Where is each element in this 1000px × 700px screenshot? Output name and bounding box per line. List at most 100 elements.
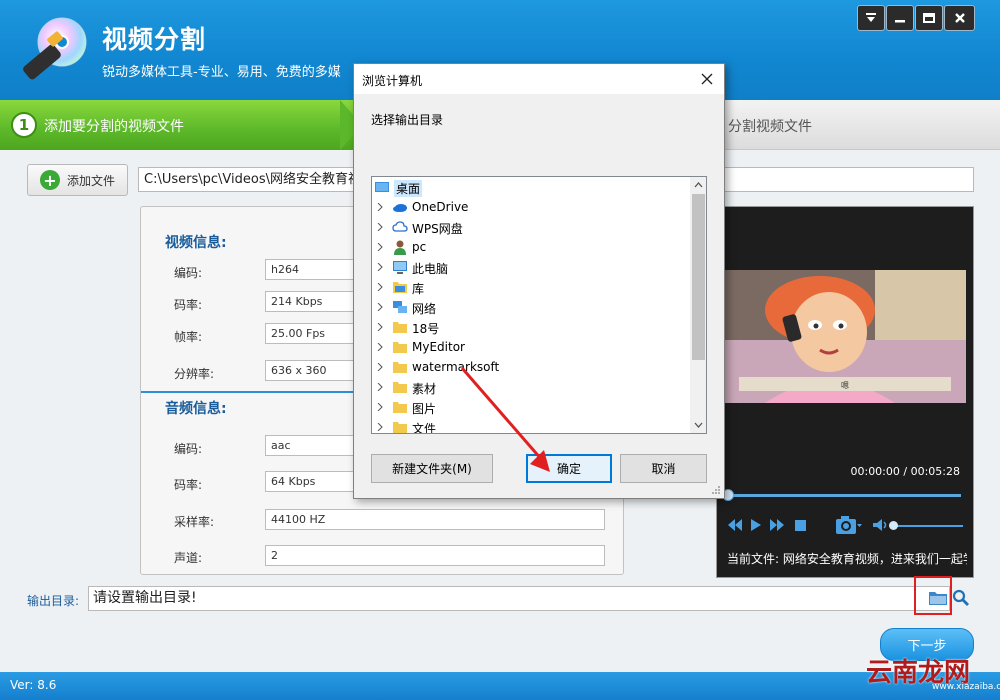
- tree-item-library[interactable]: 库: [372, 277, 690, 297]
- folder-tree[interactable]: 桌面 OneDrive WPS网盘 pc 此电脑 库 网络 18号 MyEdit…: [371, 176, 707, 434]
- tree-item-this-pc[interactable]: 此电脑: [372, 257, 690, 277]
- chevron-right-icon: [377, 403, 383, 411]
- tree-item-folder[interactable]: 素材: [372, 377, 690, 397]
- tree-label: 此电脑: [412, 262, 449, 276]
- tree-item-onedrive[interactable]: OneDrive: [372, 197, 690, 217]
- tree-item-pc-user[interactable]: pc: [372, 237, 690, 257]
- step-1-number-badge: 1: [11, 112, 37, 138]
- video-info-title: 视频信息:: [165, 235, 227, 251]
- step-1-label: 添加要分割的视频文件: [44, 119, 184, 135]
- output-dir-label: 输出目录:: [27, 594, 80, 608]
- app-logo-icon: [23, 17, 87, 80]
- cloud-icon: [393, 204, 407, 212]
- folder-icon[interactable]: [928, 589, 948, 606]
- chevron-right-icon: [377, 203, 383, 211]
- ok-button[interactable]: 确定: [526, 454, 612, 483]
- maximize-icon: [923, 13, 935, 23]
- video-frame[interactable]: 嗯: [725, 270, 966, 403]
- tree-item-folder[interactable]: watermarksoft: [372, 357, 690, 377]
- output-dir-field[interactable]: 请设置输出目录!: [88, 586, 950, 611]
- window-maximize-button[interactable]: [915, 5, 943, 31]
- volume-handle[interactable]: [889, 521, 898, 530]
- chevron-right-icon: [377, 303, 383, 311]
- resize-grip-icon[interactable]: [711, 485, 721, 495]
- close-icon: [954, 13, 965, 23]
- tree-scrollbar[interactable]: [690, 177, 706, 433]
- minimize-icon: [895, 20, 905, 23]
- scroll-up-icon[interactable]: [694, 181, 703, 190]
- scroll-thumb[interactable]: [692, 194, 705, 360]
- tree-label: watermarksoft: [412, 360, 500, 374]
- audio-channels-value: 2: [265, 545, 605, 566]
- step-1-tab[interactable]: 1 添加要分割的视频文件: [0, 100, 360, 150]
- dialog-prompt: 选择输出目录: [371, 113, 444, 127]
- window-minimize-button[interactable]: [886, 5, 914, 31]
- folder-icon: [393, 362, 407, 373]
- network-icon: [393, 301, 407, 313]
- tree-label-desktop: 桌面: [394, 180, 423, 197]
- audio-samplerate-label: 采样率:: [174, 515, 215, 529]
- dialog-close-icon[interactable]: [697, 70, 717, 88]
- folder-icon: [393, 342, 407, 353]
- tree-label: 18号: [412, 322, 440, 336]
- tree-item-folder[interactable]: MyEditor: [372, 337, 690, 357]
- tree-item-folder[interactable]: 图片: [372, 397, 690, 417]
- chevron-right-icon: [377, 263, 383, 271]
- app-subtitle: 锐动多媒体工具-专业、易用、免费的多媒: [102, 65, 341, 80]
- folder-icon: [393, 322, 407, 333]
- chevron-right-icon: [377, 423, 383, 431]
- chevron-right-icon: [377, 243, 383, 251]
- cancel-button[interactable]: 取消: [620, 454, 707, 483]
- video-codec-label: 编码:: [174, 266, 203, 280]
- audio-codec-label: 编码:: [174, 442, 203, 456]
- computer-icon: [393, 261, 407, 274]
- watermark-url: www.xiazaiba.com: [932, 682, 1000, 692]
- tree-label: 图片: [412, 402, 437, 416]
- menu-down-icon: [866, 13, 876, 22]
- audio-info-title: 音频信息:: [165, 401, 227, 417]
- stop-icon[interactable]: [795, 520, 806, 531]
- video-preview-panel: 嗯 00:00:00 / 00:05:28 当前文件: 网络安全教育视频，进来我…: [716, 206, 974, 578]
- rewind-icon[interactable]: [727, 518, 743, 532]
- chevron-right-icon: [377, 343, 383, 351]
- tree-item-desktop[interactable]: 桌面: [372, 177, 690, 197]
- tree-label: 素材: [412, 382, 437, 396]
- tree-item-wps[interactable]: WPS网盘: [372, 217, 690, 237]
- volume-icon[interactable]: [872, 518, 888, 532]
- window-menu-button[interactable]: [857, 5, 885, 31]
- scroll-down-icon[interactable]: [694, 420, 703, 429]
- current-file-label: 当前文件: 网络安全教育视频，进来我们一起学: [727, 552, 967, 566]
- tree-label: pc: [412, 240, 427, 254]
- seek-bar[interactable]: [727, 494, 961, 497]
- step-3-label[interactable]: 分割视频文件: [728, 116, 812, 136]
- audio-channels-label: 声道:: [174, 551, 203, 565]
- status-bar: Ver: 8.6: [0, 672, 1000, 700]
- dialog-title: 浏览计算机: [362, 74, 423, 88]
- play-icon[interactable]: [750, 518, 762, 532]
- video-framerate-label: 帧率:: [174, 330, 203, 344]
- add-file-button[interactable]: + 添加文件: [27, 164, 128, 196]
- new-folder-button[interactable]: 新建文件夹(M): [371, 454, 493, 483]
- fast-forward-icon[interactable]: [769, 518, 785, 532]
- folder-icon: [393, 402, 407, 413]
- tree-item-folder[interactable]: 文件: [372, 417, 690, 433]
- window-close-button[interactable]: [944, 5, 975, 31]
- camera-icon[interactable]: [835, 515, 863, 535]
- cloud-outline-icon: [392, 221, 408, 232]
- plus-icon: +: [40, 170, 60, 190]
- chevron-right-icon: [377, 283, 383, 291]
- tree-item-folder[interactable]: 18号: [372, 317, 690, 337]
- tree-label: 网络: [412, 302, 437, 316]
- volume-slider[interactable]: [893, 525, 963, 527]
- chevron-right-icon: [377, 383, 383, 391]
- video-subtitle-text: 嗯: [841, 381, 849, 390]
- time-display: 00:00:00 / 00:05:28: [850, 465, 960, 478]
- search-icon[interactable]: [952, 589, 970, 607]
- version-label: Ver: 8.6: [10, 678, 57, 692]
- dialog-titlebar[interactable]: 浏览计算机: [354, 64, 724, 94]
- tree-label: MyEditor: [412, 340, 465, 354]
- audio-bitrate-label: 码率:: [174, 478, 203, 492]
- chevron-right-icon: [377, 323, 383, 331]
- add-file-label: 添加文件: [67, 173, 116, 188]
- tree-item-network[interactable]: 网络: [372, 297, 690, 317]
